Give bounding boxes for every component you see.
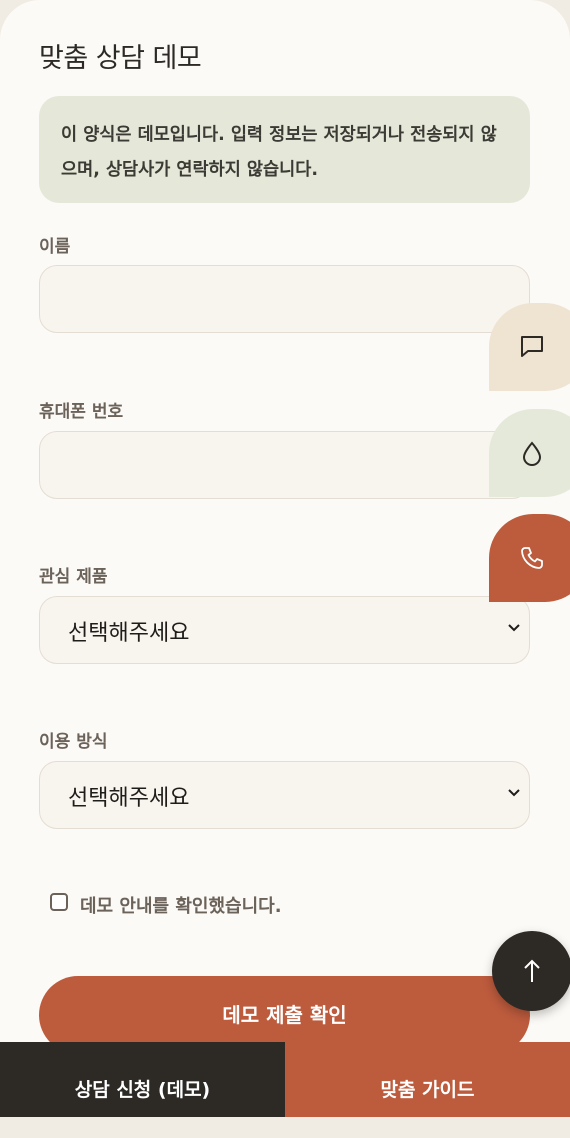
drop-button[interactable]: [489, 409, 570, 497]
arrow-up-icon: [524, 959, 540, 982]
product-select[interactable]: 선택해주세요: [39, 596, 530, 664]
usage-select[interactable]: 선택해주세요: [39, 761, 530, 829]
chevron-down-icon: [508, 789, 520, 797]
consult-request-button[interactable]: 상담 신청 (데모): [0, 1042, 285, 1117]
product-select-value: 선택해주세요: [68, 621, 190, 646]
drop-icon: [522, 441, 542, 466]
phone-input[interactable]: [39, 431, 530, 499]
consent-checkbox[interactable]: [50, 893, 68, 911]
bottom-bar: 상담 신청 (데모) 맞춤 가이드: [0, 1042, 570, 1117]
custom-guide-button[interactable]: 맞춤 가이드: [285, 1042, 570, 1117]
product-label: 관심 제품: [39, 567, 108, 587]
phone-button[interactable]: [489, 514, 570, 602]
chat-icon: [521, 336, 543, 357]
phone-icon: [521, 547, 543, 569]
chat-button[interactable]: [489, 303, 570, 391]
name-input[interactable]: [39, 265, 530, 333]
name-label: 이름: [39, 237, 71, 257]
chevron-down-icon: [508, 624, 520, 632]
phone-label: 휴대폰 번호: [39, 402, 124, 422]
page-title: 맞춤 상담 데모: [39, 43, 202, 74]
consent-label[interactable]: 데모 안내를 확인했습니다.: [80, 892, 282, 918]
scroll-top-button[interactable]: [492, 931, 570, 1011]
usage-select-value: 선택해주세요: [68, 786, 190, 811]
usage-label: 이용 방식: [39, 732, 108, 752]
demo-notice: 이 양식은 데모입니다. 입력 정보는 저장되거나 전송되지 않으며, 상담사가…: [39, 96, 530, 203]
